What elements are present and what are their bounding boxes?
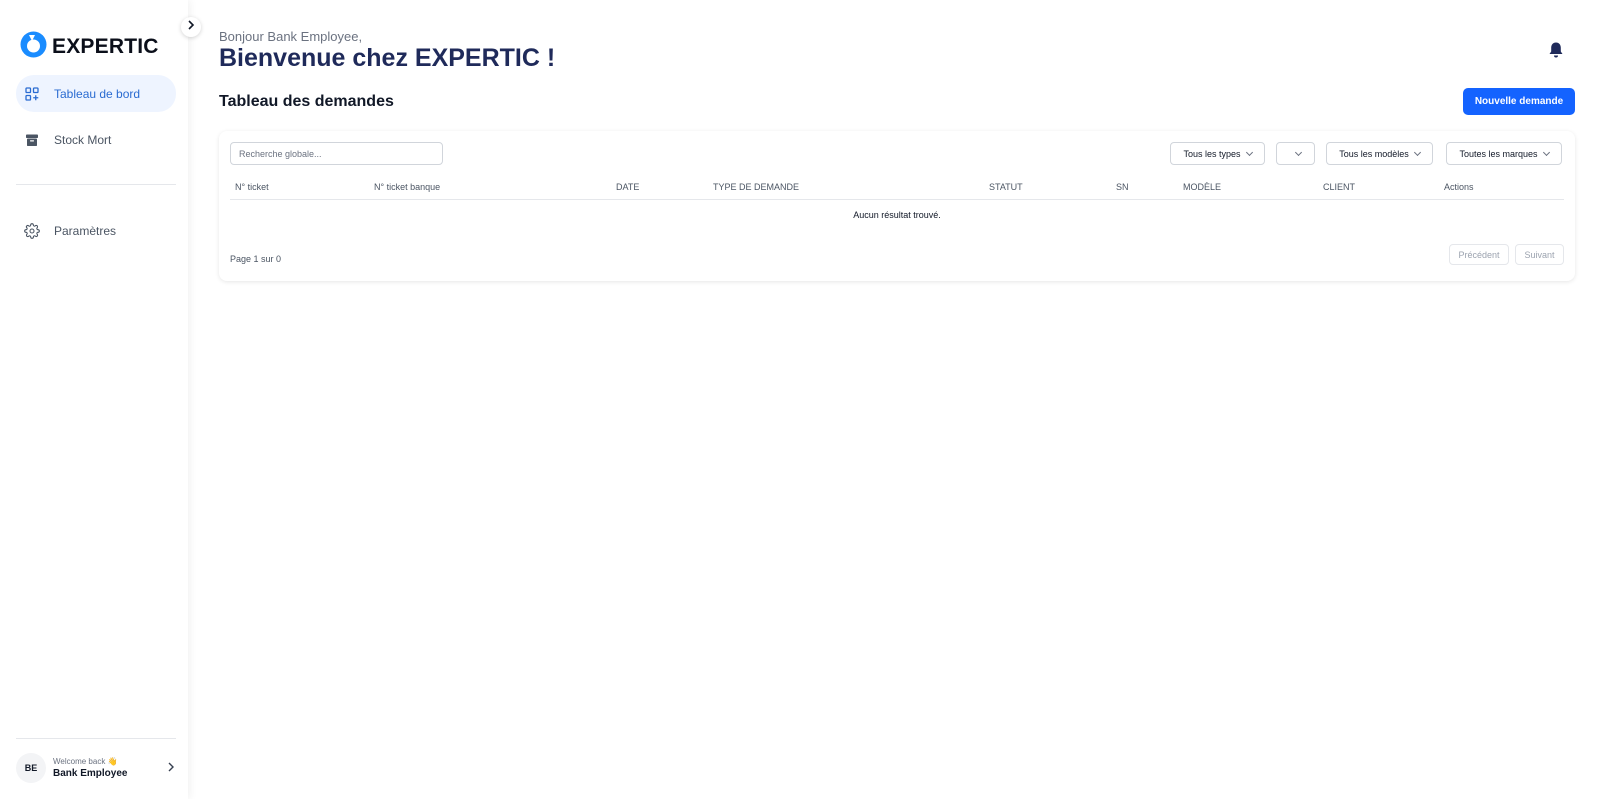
page-title: Bienvenue chez EXPERTIC ! — [219, 44, 556, 72]
empty-results-message: Aucun résultat trouvé. — [853, 210, 941, 220]
chevron-down-icon — [1413, 148, 1421, 156]
new-request-button[interactable]: Nouvelle demande — [1463, 88, 1575, 115]
type-filter-label: Tous les types — [1183, 148, 1241, 159]
chevron-right-icon[interactable] — [166, 760, 176, 778]
brand-filter-select[interactable]: Toutes les marques — [1446, 142, 1562, 165]
chevron-down-icon — [1294, 148, 1303, 156]
sidebar-item-label: Paramètres — [54, 223, 117, 238]
pagination-info: Page 1 sur 0 — [230, 254, 282, 264]
gear-icon — [24, 222, 40, 239]
column-header-bank-ticket[interactable]: N° ticket banque — [374, 182, 440, 192]
notification-bell-icon[interactable] — [1548, 41, 1564, 64]
avatar: BE — [16, 753, 46, 783]
column-header-sn[interactable]: SN — [1116, 182, 1129, 192]
column-header-status[interactable]: STATUT — [989, 182, 1023, 192]
sidebar-collapse-button[interactable] — [181, 17, 201, 37]
model-filter-select[interactable]: Tous les modèles — [1326, 142, 1433, 165]
sidebar-item-stock-mort[interactable]: Stock Mort — [16, 121, 176, 158]
global-search-input[interactable] — [230, 142, 443, 165]
user-name: Bank Employee — [53, 768, 128, 779]
logo-mark-icon — [20, 31, 47, 63]
archive-icon — [24, 132, 40, 148]
brand-name: EXPERTIC — [52, 35, 159, 58]
greeting-text: Bonjour Bank Employee, — [219, 29, 363, 44]
sidebar: EXPERTIC Tableau de bord Stock Mort Para… — [0, 0, 188, 799]
column-header-ticket[interactable]: N° ticket — [235, 182, 269, 192]
column-header-date[interactable]: DATE — [616, 182, 639, 192]
model-filter-label: Tous les modèles — [1339, 148, 1409, 159]
sidebar-item-label: Tableau de bord — [54, 86, 141, 101]
column-header-client[interactable]: CLIENT — [1323, 182, 1355, 192]
sidebar-item-label: Stock Mort — [54, 132, 112, 147]
type-filter-select[interactable]: Tous les types — [1170, 142, 1265, 165]
column-header-actions: Actions — [1444, 182, 1474, 192]
next-page-button[interactable]: Suivant — [1515, 244, 1564, 265]
column-header-model[interactable]: MODÈLE — [1183, 182, 1221, 192]
table-header: N° ticket N° ticket banque DATE TYPE DE … — [230, 173, 1564, 200]
dashboard-icon — [24, 86, 40, 102]
user-profile[interactable]: BE Welcome back 👋 Bank Employee — [16, 750, 176, 786]
sidebar-divider — [16, 184, 176, 185]
sidebar-item-parametres[interactable]: Paramètres — [16, 212, 176, 249]
chevron-down-icon — [1542, 148, 1550, 156]
brand-logo[interactable]: EXPERTIC — [20, 31, 159, 63]
previous-page-button[interactable]: Précédent — [1449, 244, 1509, 265]
status-filter-select[interactable] — [1276, 142, 1315, 165]
brand-filter-label: Toutes les marques — [1459, 148, 1538, 159]
requests-table-card: Tous les types Tous les modèles Toutes l… — [219, 131, 1575, 281]
chevron-down-icon — [1245, 148, 1253, 156]
section-title: Tableau des demandes — [219, 93, 394, 110]
column-header-request-type[interactable]: TYPE DE DEMANDE — [713, 182, 799, 192]
sidebar-bottom-divider — [16, 738, 176, 739]
welcome-text: Welcome back 👋 — [53, 757, 118, 766]
sidebar-item-tableau-de-bord[interactable]: Tableau de bord — [16, 75, 176, 112]
chevron-right-icon — [186, 18, 196, 36]
